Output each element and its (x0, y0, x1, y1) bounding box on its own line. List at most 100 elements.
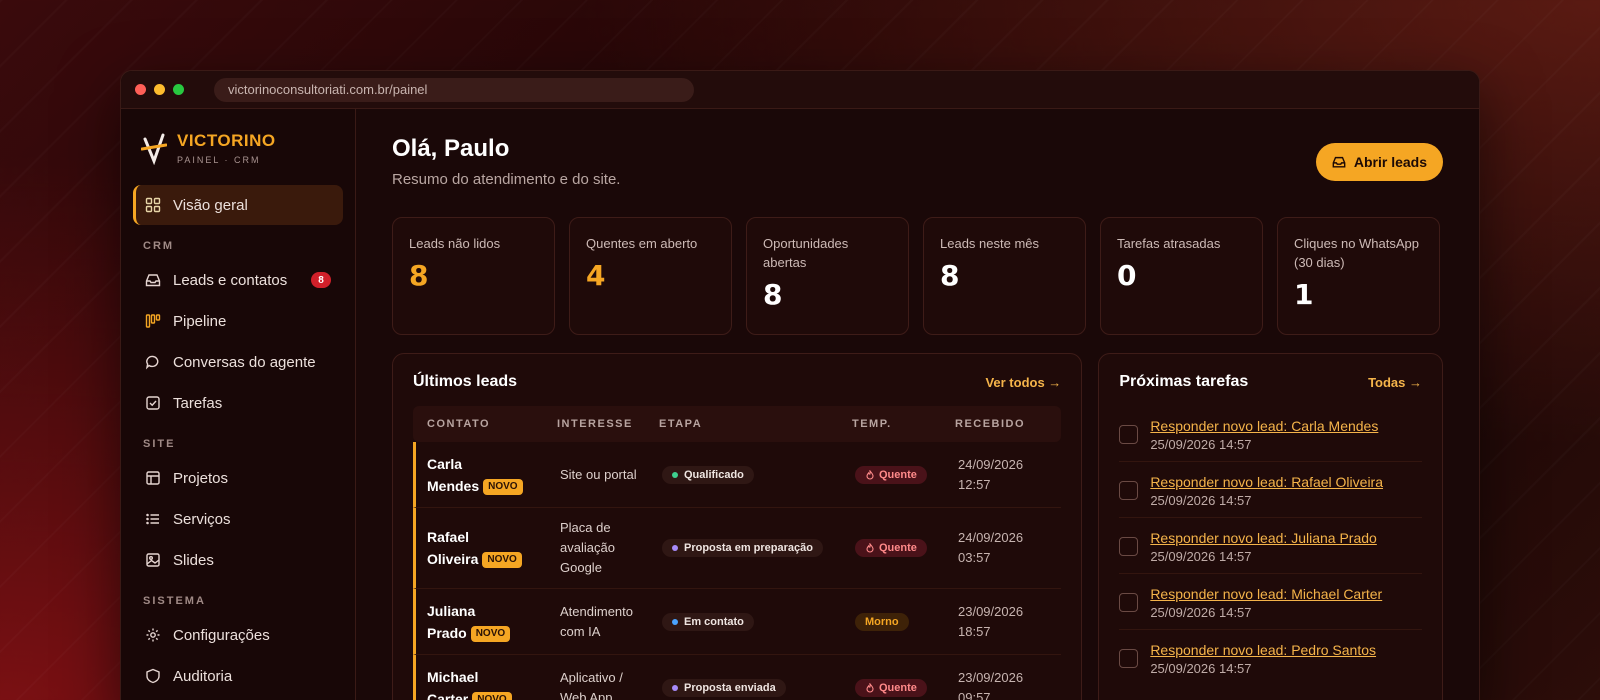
open-leads-button[interactable]: Abrir leads (1315, 143, 1443, 181)
table-header: CONTATO INTERESSE ETAPA TEMP. RECEBIDO (413, 406, 1062, 442)
lead-contact: Carla Mendes NOVO (416, 453, 560, 497)
received-time: 18:57 (958, 623, 991, 639)
sidebar-item-label: Serviços (173, 510, 231, 528)
lead-stage: Proposta enviada (662, 679, 855, 697)
column-header-interest[interactable]: INTERESSE (557, 418, 659, 430)
task-checkbox[interactable] (1119, 649, 1139, 668)
task-checkbox[interactable] (1119, 425, 1139, 444)
new-badge: NOVO (470, 625, 511, 642)
stat-label: Oportunidades abertas (763, 236, 849, 270)
temperature-label: Quente (879, 682, 917, 694)
task-date: 25/09/2026 14:57 (1150, 549, 1252, 564)
sidebar-item-pipeline[interactable]: Pipeline (133, 301, 343, 341)
page-title: Olá, Paulo (392, 135, 510, 162)
stage-label: Qualificado (684, 468, 744, 481)
unread-count-badge: 8 (311, 272, 331, 288)
view-all-tasks-link[interactable]: Todas → (1368, 375, 1422, 390)
sidebar-item-slides[interactable]: Slides (133, 540, 343, 580)
task-date: 25/09/2026 14:57 (1150, 605, 1252, 620)
column-header-received[interactable]: RECEBIDO (955, 418, 1053, 430)
stat-label: Quentes em aberto (586, 236, 698, 251)
task-item: Responder novo lead: Pedro Santos 25/09/2… (1119, 630, 1422, 685)
temperature-badge: Quente (855, 465, 927, 484)
stat-card-hot-open[interactable]: Quentes em aberto 4 (569, 217, 732, 335)
sidebar-item-audit[interactable]: Auditoria (133, 656, 343, 696)
sidebar-item-conversations[interactable]: Conversas do agente (133, 342, 343, 382)
lead-stage: Em contato (662, 612, 855, 631)
temperature-badge: Morno (855, 612, 909, 631)
task-link[interactable]: Responder novo lead: Rafael Oliveira (1150, 473, 1383, 491)
upcoming-tasks-panel: Próximas tarefas Todas → Responder novo … (1098, 353, 1443, 700)
lead-contact: Juliana Prado NOVO (416, 600, 560, 644)
lead-last-name: Prado (427, 624, 467, 641)
stage-label: Proposta em preparação (684, 542, 813, 554)
brand-subtitle: PAINEL · CRM (177, 155, 261, 165)
close-window-button[interactable] (135, 84, 146, 95)
task-item: Responder novo lead: Juliana Prado 25/09/… (1119, 518, 1422, 574)
stat-value: 8 (940, 259, 960, 292)
task-checkbox[interactable] (1119, 537, 1139, 556)
sidebar-item-tasks[interactable]: Tarefas (133, 383, 343, 423)
temperature-label: Quente (879, 468, 917, 481)
stat-card-whatsapp-clicks[interactable]: Cliques no WhatsApp (30 dias) 1 (1277, 217, 1440, 335)
table-row[interactable]: Michael Carter NOVO Aplicativo / Web App … (413, 655, 1061, 700)
table-row[interactable]: Rafael Oliveira NOVO Placa de avaliação G… (413, 508, 1062, 589)
lead-received: 23/09/2026 18:57 (958, 602, 1056, 642)
task-link[interactable]: Responder novo lead: Carla Mendes (1150, 417, 1378, 435)
checkbox-icon (146, 396, 160, 410)
task-link[interactable]: Responder novo lead: Juliana Prado (1150, 529, 1377, 547)
task-checkbox[interactable] (1119, 593, 1139, 612)
sidebar-item-projects[interactable]: Projetos (133, 458, 343, 498)
new-badge: NOVO (472, 692, 512, 700)
shield-icon (146, 668, 160, 684)
sidebar-item-leads[interactable]: Leads e contatos 8 (133, 260, 343, 300)
received-time: 03:57 (958, 550, 991, 565)
table-row[interactable]: Juliana Prado NOVO Atendimento com IA Em … (413, 589, 1062, 655)
lead-first-name: Rafael (427, 529, 470, 545)
lead-interest: Aplicativo / Web App (560, 670, 623, 700)
task-item: Responder novo lead: Carla Mendes 25/09/2… (1119, 406, 1422, 462)
task-link[interactable]: Responder novo lead: Michael Carter (1150, 585, 1382, 603)
column-header-temperature[interactable]: TEMP. (852, 418, 955, 430)
task-date: 25/09/2026 14:57 (1150, 493, 1252, 508)
inbox-icon (1332, 156, 1346, 168)
lead-first-name: Michael (427, 669, 479, 685)
stat-card-overdue-tasks[interactable]: Tarefas atrasadas 0 (1100, 217, 1263, 335)
stat-value: 0 (1117, 259, 1137, 292)
received-time: 09:57 (958, 690, 991, 700)
address-bar[interactable]: victorinoconsultoriati.com.br/painel (214, 77, 694, 102)
task-link[interactable]: Responder novo lead: Pedro Santos (1150, 641, 1376, 659)
lead-last-name: Carter (427, 691, 469, 700)
lead-temperature: Quente (855, 679, 958, 697)
sidebar-item-services[interactable]: Serviços (133, 499, 343, 539)
brand[interactable]: VICTORINO PAINEL · CRM (133, 131, 343, 166)
view-all-leads-link[interactable]: Ver todos → (985, 375, 1061, 390)
lead-temperature: Quente (855, 539, 958, 557)
column-header-contact[interactable]: CONTATO (413, 418, 557, 430)
lead-last-name: Mendes (427, 477, 480, 494)
gear-icon (146, 628, 160, 642)
brand-logo-icon (140, 131, 168, 166)
maximize-window-button[interactable] (173, 84, 184, 95)
chat-icon (145, 355, 159, 370)
table-row[interactable]: Carla Mendes NOVO Site ou portal Qualific… (413, 442, 1062, 508)
sidebar-item-settings[interactable]: Configurações (133, 615, 343, 655)
sidebar-item-label: Tarefas (173, 394, 223, 412)
lead-temperature: Quente (855, 465, 958, 484)
received-date: 23/09/2026 (958, 603, 1024, 619)
minimize-window-button[interactable] (154, 84, 165, 95)
browser-titlebar: victorinoconsultoriati.com.br/painel (121, 71, 1479, 109)
flame-icon (866, 683, 874, 693)
stat-label: Leads neste mês (940, 236, 1040, 251)
column-header-stage[interactable]: ETAPA (659, 418, 852, 430)
stat-card-leads-this-month[interactable]: Leads neste mês 8 (923, 217, 1086, 335)
lead-stage: Qualificado (662, 465, 855, 484)
sidebar-item-overview[interactable]: Visão geral (133, 185, 343, 225)
stage-dot-icon (672, 618, 678, 625)
stat-card-open-opportunities[interactable]: Oportunidades abertas 8 (746, 217, 909, 335)
stat-card-unread-leads[interactable]: Leads não lidos 8 (392, 217, 555, 335)
stage-label: Em contato (684, 615, 744, 628)
lead-contact: Rafael Oliveira NOVO (416, 526, 560, 570)
task-checkbox[interactable] (1119, 481, 1139, 500)
sidebar-item-label: Visão geral (173, 196, 248, 214)
